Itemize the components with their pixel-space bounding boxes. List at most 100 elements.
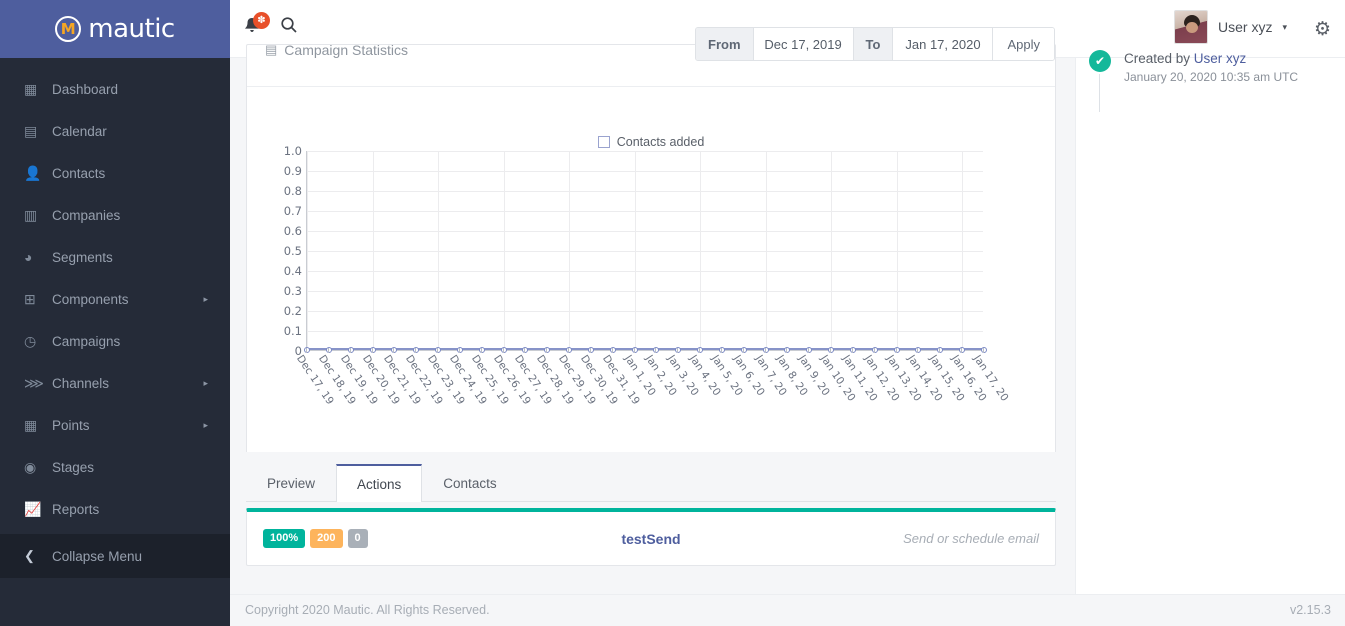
x-axis-tick	[546, 348, 548, 353]
x-axis-tick	[306, 348, 307, 353]
calendar-icon: ▤	[24, 122, 38, 139]
notifications-button[interactable]: ✽	[242, 12, 272, 44]
sidebar-item-components[interactable]: ⊞ Components ▸	[0, 278, 230, 320]
sidebar-nav: ▦ Dashboard ▤ Calendar 👤 Contacts ▥ Companies ◕ S…	[0, 58, 230, 530]
x-axis-tick	[764, 348, 766, 353]
sidebar-item-label: Campaigns	[52, 333, 121, 349]
avatar	[1174, 10, 1209, 44]
rss-icon: ⋙	[24, 374, 44, 391]
sidebar-item-label: Reports	[52, 501, 100, 517]
tab-contacts[interactable]: Contacts	[422, 464, 517, 502]
sidebar-item-campaigns[interactable]: ◷ Campaigns	[0, 320, 230, 362]
chevron-right-icon: ▸	[203, 377, 208, 388]
sidebar-item-label: Contacts	[52, 165, 106, 181]
y-axis-tick-label: 0.4	[283, 264, 302, 278]
x-axis-tick	[983, 348, 984, 353]
building-icon: ▥	[24, 206, 38, 223]
sidebar-item-segments[interactable]: ◕ Segments	[0, 236, 230, 278]
x-axis-tick	[655, 348, 657, 353]
chart-series-line-contacts-added	[307, 348, 983, 350]
date-to-input[interactable]: Jan 17, 2020	[893, 28, 994, 60]
x-axis-tick	[524, 348, 526, 353]
sidebar-item-channels[interactable]: ⋙ Channels ▸	[0, 362, 230, 404]
gridline-vertical	[503, 151, 505, 350]
y-axis-tick-label: 0.9	[283, 164, 302, 178]
chart-gridlines-vertical	[307, 151, 983, 350]
timeline-title: Created by User xyz	[1124, 50, 1345, 68]
action-description: Send or schedule email	[903, 531, 1039, 546]
x-axis-tick	[480, 348, 482, 353]
gridline-vertical	[569, 151, 571, 350]
legend-swatch-contacts-added[interactable]	[597, 136, 610, 148]
x-axis-tick	[830, 348, 832, 353]
x-axis-tick	[393, 348, 395, 353]
date-to-label: To	[853, 28, 894, 60]
chart-y-axis: 1.0 0.9 0.8 0.7 0.6 0.5 0.4 0.3 0.2 0.1 0	[247, 144, 302, 358]
pie-chart-icon: ◕	[24, 249, 33, 265]
y-axis-tick-label: 0.7	[283, 204, 302, 218]
sidebar-item-points[interactable]: ▦ Points ▸	[0, 404, 230, 446]
x-axis-tick	[349, 348, 351, 353]
tab-actions[interactable]: Actions	[336, 464, 423, 502]
sidebar-item-label: Companies	[52, 207, 121, 223]
gridline-vertical	[765, 151, 767, 350]
search-icon[interactable]	[280, 16, 298, 39]
x-axis-tick	[633, 348, 635, 353]
user-menu[interactable]: User xyz ▾	[1174, 10, 1287, 44]
date-from-input[interactable]: Dec 17, 2019	[753, 28, 854, 60]
sidebar-item-label: Points	[52, 417, 90, 433]
user-icon: 👤	[24, 164, 42, 181]
chart-legend[interactable]: Contacts added	[247, 135, 1055, 149]
brand-name: mautic	[88, 14, 175, 44]
campaign-statistics-panel: ▤ Campaign Statistics From Dec 17, 2019 …	[246, 27, 1056, 474]
gridline-vertical	[831, 151, 833, 350]
y-axis-tick-label: 0.1	[283, 324, 302, 338]
x-axis-tick	[742, 348, 744, 353]
notification-badge: ✽	[253, 12, 270, 29]
grid-icon: ▦	[24, 80, 38, 97]
sidebar-item-label: Collapse Menu	[52, 548, 143, 564]
timeline-created-prefix: Created by	[1124, 51, 1194, 66]
sidebar-item-label: Segments	[52, 249, 113, 265]
sidebar-item-stages[interactable]: ◉ Stages	[0, 446, 230, 488]
x-axis-tick	[611, 348, 613, 353]
chart-icon: ▤	[265, 42, 278, 57]
chevron-left-icon: ❮	[24, 548, 35, 563]
y-axis-tick-label: 1.0	[283, 144, 302, 158]
sidebar-item-label: Dashboard	[52, 81, 119, 97]
sidebar-item-label: Channels	[52, 375, 110, 391]
sidebar-item-collapse-menu[interactable]: ❮ Collapse Menu	[0, 534, 230, 578]
sidebar-item-reports[interactable]: 📈 Reports	[0, 488, 230, 530]
footer: Copyright 2020 Mautic. All Rights Reserv…	[230, 594, 1345, 626]
x-axis-tick	[677, 348, 679, 353]
sidebar-item-calendar[interactable]: ▤ Calendar	[0, 110, 230, 152]
chart-plot-area	[304, 151, 987, 353]
y-axis-tick-label: 0.2	[283, 304, 302, 318]
details-sidebar: ✔ Created by User xyz January 20, 2020 1…	[1075, 50, 1345, 594]
copyright-text: Copyright 2020 Mautic. All Rights Reserv…	[245, 603, 490, 617]
gauge-icon: ◉	[24, 458, 37, 475]
line-chart-icon: 📈	[24, 500, 42, 517]
tab-preview[interactable]: Preview	[246, 464, 336, 502]
gear-icon[interactable]: ⚙	[1314, 18, 1331, 40]
x-axis-tick	[371, 348, 373, 353]
x-axis-tick	[568, 348, 570, 353]
gridline-vertical	[438, 151, 440, 350]
y-axis-tick-label: 0.5	[283, 244, 302, 258]
sidebar-item-dashboard[interactable]: ▦ Dashboard	[0, 68, 230, 110]
x-axis-tick	[720, 348, 722, 353]
x-axis-tick	[458, 348, 460, 353]
brand-logo[interactable]: M mautic	[0, 0, 230, 58]
y-axis-tick-label: 0.8	[283, 184, 302, 198]
x-axis-tick	[699, 348, 701, 353]
version-label: v2.15.3	[1289, 603, 1331, 617]
x-axis-tick	[961, 348, 963, 353]
timeline-created-by-link[interactable]: User xyz	[1194, 51, 1247, 66]
sidebar-item-companies[interactable]: ▥ Companies	[0, 194, 230, 236]
x-axis-tick	[917, 348, 919, 353]
date-range-picker: From Dec 17, 2019 To Jan 17, 2020 Apply	[695, 27, 1055, 61]
apply-button[interactable]: Apply	[993, 28, 1054, 60]
sidebar-item-contacts[interactable]: 👤 Contacts	[0, 152, 230, 194]
campaign-action-row[interactable]: 100% 200 0 testSend Send or schedule ema…	[246, 508, 1056, 566]
legend-label-contacts-added: Contacts added	[616, 135, 705, 149]
